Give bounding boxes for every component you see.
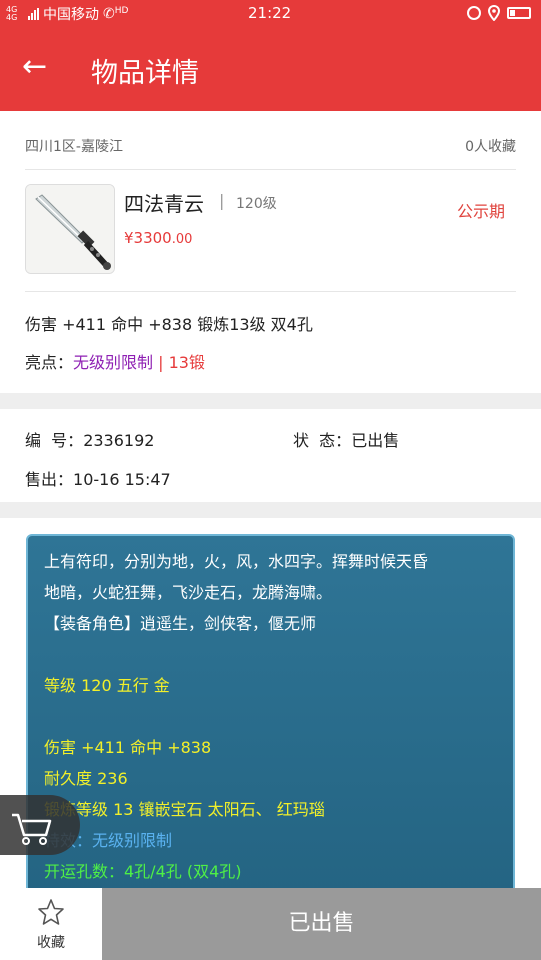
back-arrow-icon[interactable]: ← [22,47,62,87]
hd-badge: HD [114,6,129,16]
sword-icon [26,185,114,273]
status-left: 4G 4G 中国移动 ✆ HD [6,4,128,24]
divider [25,291,516,292]
item-status: 状 态：已出售 [293,427,399,451]
highlight-tag-2: 13锻 [168,353,205,372]
sold-value: 10-16 15:47 [73,470,171,489]
divider [25,169,516,170]
desc-holes-line: 开运孔数：4孔/4孔 (双4孔) [44,862,242,881]
status-value: 已出售 [351,431,400,450]
favorite-count: 0人收藏 [465,139,516,155]
item-id: 编 号：2336192 [25,427,154,451]
page-title: 物品详情 [91,58,199,89]
desc-level-line: 等级 120 五行 金 [44,676,170,695]
id-value: 2336192 [83,431,155,450]
desc-damage-line: 伤害 +411 命中 +838 [44,738,212,757]
battery-icon [507,7,531,19]
item-name: 四法青云 [124,192,204,216]
desc-line: 上有符印，分别为地，火，风，水四字。挥舞时候天昏 [44,552,429,571]
publicity-period-badge: 公示期 [456,202,505,221]
price-decimals: .00 [171,232,193,247]
carrier-name: 中国移动 [43,7,99,23]
bottom-action-bar: 收藏 已出售 [0,888,541,960]
id-label: 编 号： [25,431,84,450]
status-right [467,5,531,21]
cart-button[interactable] [0,795,80,855]
favorite-label: 收藏 [37,935,65,951]
desc-forge-line: 锻炼等级 13 镶嵌宝石 太阳石、 红玛瑙 [44,800,325,819]
desc-line: 地暗，火蛇狂舞，飞沙走石，龙腾海啸。 [44,583,333,602]
name-separator: | [219,191,225,210]
highlight-tag-1: 无级别限制 [73,353,154,372]
desc-effect-line: 特效：无级别限制 [44,831,173,850]
desc-role-line: 【装备角色】逍遥生，剑侠客，偃无师 [44,614,317,633]
favorite-button[interactable]: 收藏 [0,888,102,960]
cart-icon [12,813,52,845]
item-summary-card: 四川1区-嘉陵江 0人收藏 四法青云 | 120级 ¥3300.00 公示期 伤… [0,111,541,393]
network-type: 4G 4G [6,5,18,22]
data-saver-icon [467,6,481,20]
signal-icon [28,8,39,20]
item-stats: 伤害 +411 命中 +838 锻炼13级 双4孔 [25,315,313,334]
item-price: ¥3300.00 [124,229,192,247]
item-highlight: 亮点：无级别限制 | 13锻 [25,349,205,373]
trade-info-card: 编 号：2336192 状 态：已出售 售出：10-16 15:47 [0,409,541,502]
sold-time: 售出：10-16 15:47 [25,466,171,490]
status-bar: 4G 4G 中国移动 ✆ HD 21:22 [0,0,541,27]
location-icon [487,5,501,21]
status-label: 状 态： [293,431,352,450]
sold-button[interactable]: 已出售 [102,888,541,960]
price-main: ¥3300 [124,229,172,247]
item-thumbnail[interactable] [25,184,115,274]
star-icon [38,899,64,925]
server-name: 四川1区-嘉陵江 [25,139,123,155]
clock: 21:22 [248,4,292,22]
item-level: 120级 [236,196,277,212]
volte-icon: ✆ [103,6,115,22]
highlight-label: 亮点： [25,353,74,372]
desc-durability-line: 耐久度 236 [44,769,128,788]
app-bar: ← 物品详情 [0,27,541,111]
highlight-separator: | [153,353,169,372]
sold-label: 售出： [25,470,74,489]
